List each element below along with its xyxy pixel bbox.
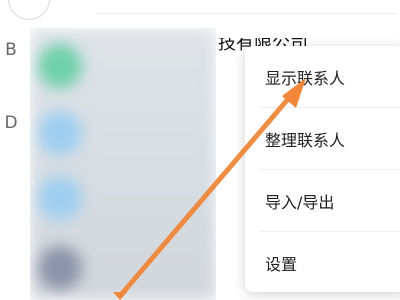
annotation-arrow-icon — [113, 78, 306, 300]
